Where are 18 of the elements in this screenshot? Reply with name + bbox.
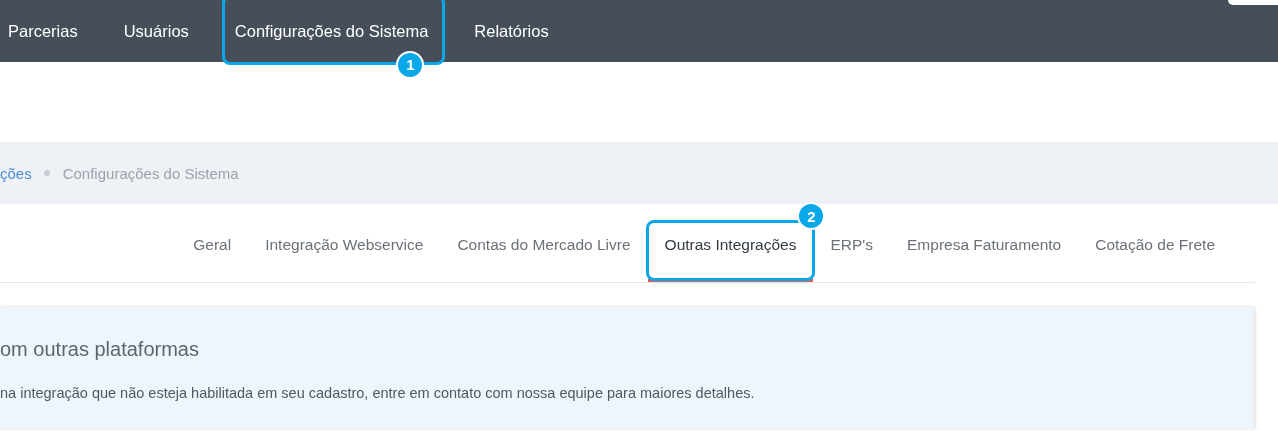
panel-text: na integração que não esteja habilitada em seu cadastro, entre em contato com nossa equipe para maiores detalhes. bbox=[0, 385, 756, 401]
tab[interactable]: Contas do Mercado Livre bbox=[453, 229, 635, 260]
tab[interactable]: Integração Webservice bbox=[261, 229, 428, 260]
callout-badge: 1 bbox=[396, 50, 425, 79]
nav-link[interactable]: Parcerias bbox=[8, 21, 78, 41]
callout-badge: 2 bbox=[797, 202, 826, 230]
tab[interactable]: Empresa Faturamento bbox=[903, 229, 1066, 260]
tab[interactable]: Outras Integrações bbox=[660, 229, 801, 260]
separator-dot bbox=[43, 170, 50, 176]
tab[interactable]: Cotação de Frete bbox=[1091, 229, 1219, 260]
panel-title: om outras plataformas bbox=[0, 338, 200, 361]
nav-link[interactable]: Configurações do Sistema bbox=[234, 21, 429, 41]
breadcrumb-link[interactable]: ções bbox=[0, 164, 32, 182]
tab[interactable]: Geral bbox=[189, 229, 236, 260]
nav-link[interactable]: Relatórios bbox=[474, 21, 549, 41]
breadcrumb-current: Configurações do Sistema bbox=[62, 164, 239, 182]
tab[interactable]: ERP's bbox=[826, 229, 877, 260]
nav-link[interactable]: Usuários bbox=[123, 21, 189, 41]
